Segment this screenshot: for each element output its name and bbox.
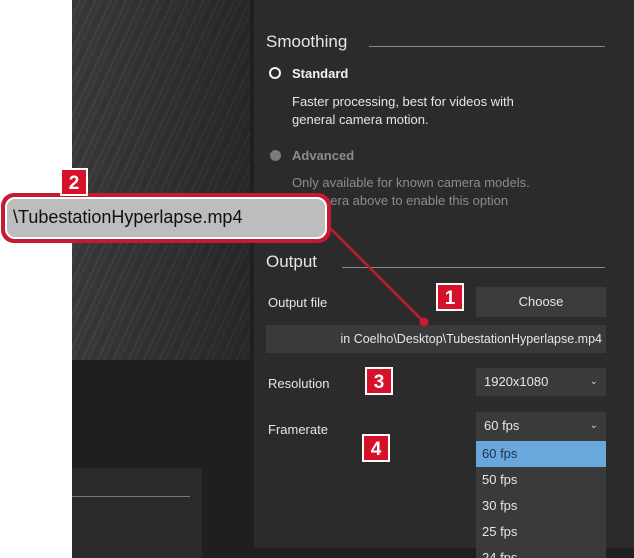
annotation-connector xyxy=(329,227,429,327)
badge-2: 2 xyxy=(60,168,88,196)
connector-dot xyxy=(419,317,429,327)
badge-3: 3 xyxy=(365,367,393,395)
connector-line xyxy=(329,227,425,323)
badge-4: 4 xyxy=(362,434,390,462)
badge-1: 1 xyxy=(436,283,464,311)
callout-text: \TubestationHyperlapse.mp4 xyxy=(5,197,327,239)
filename-callout: \TubestationHyperlapse.mp4 xyxy=(1,193,331,243)
